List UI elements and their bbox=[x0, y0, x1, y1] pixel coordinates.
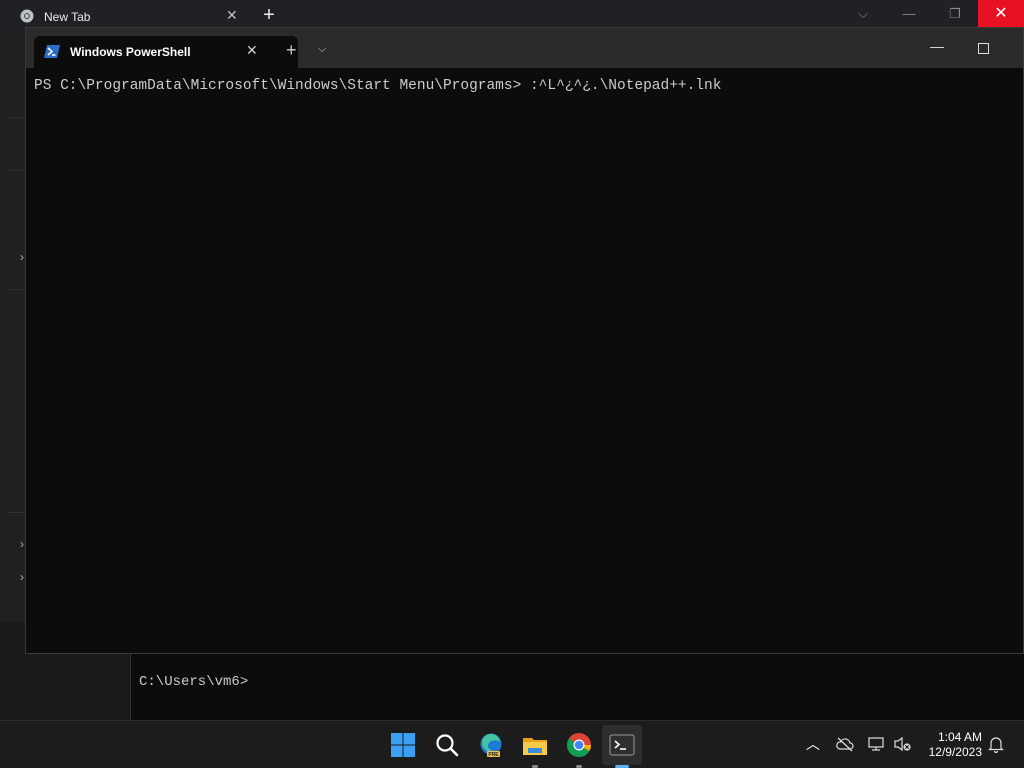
chrome-restore-button[interactable]: ❐ bbox=[932, 0, 978, 28]
svg-text:PRE: PRE bbox=[488, 752, 499, 758]
file-explorer-icon[interactable] bbox=[520, 730, 550, 760]
terminal-output-line[interactable]: PS C:\ProgramData\Microsoft\Windows\Star… bbox=[34, 78, 721, 94]
terminal-icon[interactable] bbox=[607, 730, 637, 760]
chrome-tab-title: New Tab bbox=[44, 10, 91, 24]
tray-date: 12/9/2023 bbox=[928, 745, 982, 759]
chevron-right-icon[interactable]: › bbox=[20, 250, 24, 264]
terminal-dropdown-icon[interactable]: ⌵ bbox=[318, 43, 326, 56]
terminal-maximize-button[interactable] bbox=[978, 43, 989, 54]
cmd-prompt-text: C:\Users\vm6> bbox=[139, 674, 249, 690]
chevron-right-icon[interactable]: › bbox=[20, 537, 24, 551]
taskbar: PRE ︿ 1:04 AM 12/9/2023 bbox=[0, 720, 1024, 768]
powershell-icon bbox=[44, 45, 60, 58]
terminal-tab-powershell[interactable]: Windows PowerShell ✕ bbox=[34, 36, 298, 68]
network-monitor-icon[interactable] bbox=[868, 736, 886, 752]
chrome-new-tab-button[interactable]: + bbox=[258, 4, 280, 26]
terminal-title-bar: Windows PowerShell ✕ + ⌵ — bbox=[26, 28, 1023, 68]
terminal-tab-close-icon[interactable]: ✕ bbox=[246, 42, 258, 59]
windows-start-icon[interactable] bbox=[388, 730, 418, 760]
terminal-tab-title: Windows PowerShell bbox=[70, 45, 191, 59]
onedrive-offline-icon[interactable] bbox=[836, 736, 854, 752]
chrome-tab-close-icon[interactable]: ✕ bbox=[226, 7, 238, 24]
chrome-minimize-button[interactable]: — bbox=[886, 0, 932, 28]
background-app-sidebar: › › › bbox=[0, 32, 26, 622]
notification-bell-icon[interactable] bbox=[988, 735, 1004, 753]
tray-time: 1:04 AM bbox=[937, 730, 982, 744]
volume-muted-icon[interactable] bbox=[894, 736, 912, 752]
windows-terminal-window: Windows PowerShell ✕ + ⌵ — PS C:\Program… bbox=[25, 27, 1024, 654]
chevron-right-icon[interactable]: › bbox=[20, 570, 24, 584]
chrome-tab-icon bbox=[20, 9, 34, 23]
terminal-new-tab-button[interactable]: + bbox=[286, 40, 297, 61]
search-icon[interactable] bbox=[432, 730, 462, 760]
show-hidden-icons-chevron-up-icon[interactable]: ︿ bbox=[806, 734, 820, 754]
tray-clock[interactable]: 1:04 AM 12/9/2023 bbox=[929, 730, 982, 760]
chrome-close-button[interactable]: ✕ bbox=[978, 0, 1024, 28]
chrome-tab-search-icon[interactable]: ⌵ bbox=[840, 0, 886, 28]
chrome-icon[interactable] bbox=[564, 730, 594, 760]
edge-beta-icon[interactable]: PRE bbox=[476, 730, 506, 760]
terminal-minimize-button[interactable]: — bbox=[930, 38, 944, 54]
cmd-window[interactable]: C:\Users\vm6> bbox=[130, 652, 1024, 720]
